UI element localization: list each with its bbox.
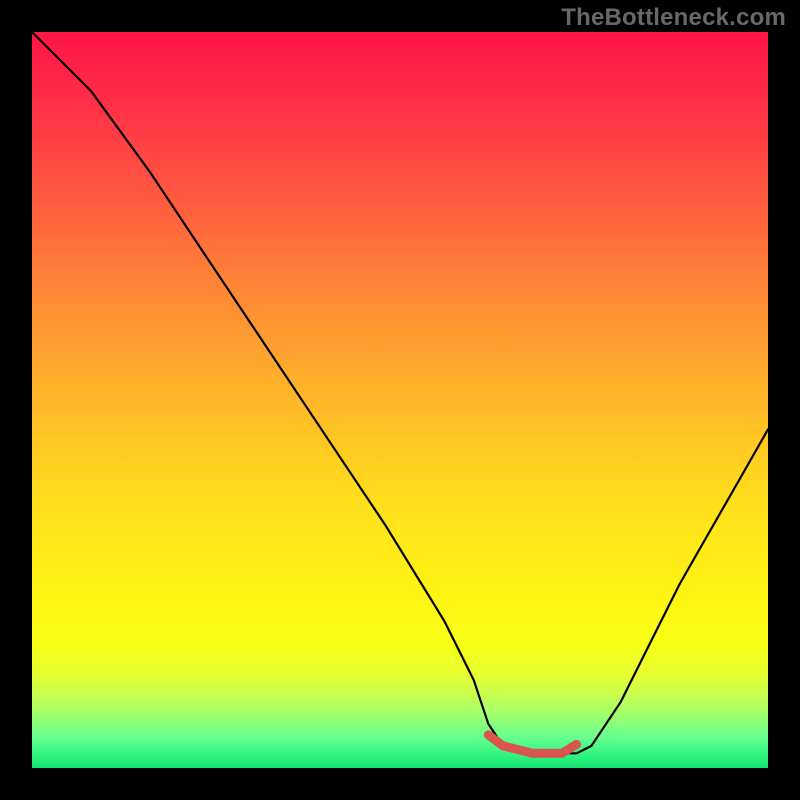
curve-svg: [32, 32, 768, 768]
highlight-segment: [488, 735, 576, 753]
bottleneck-curve: [32, 32, 768, 753]
plot-area: [32, 32, 768, 768]
chart-frame: TheBottleneck.com: [0, 0, 800, 800]
watermark-text: TheBottleneck.com: [561, 4, 786, 32]
